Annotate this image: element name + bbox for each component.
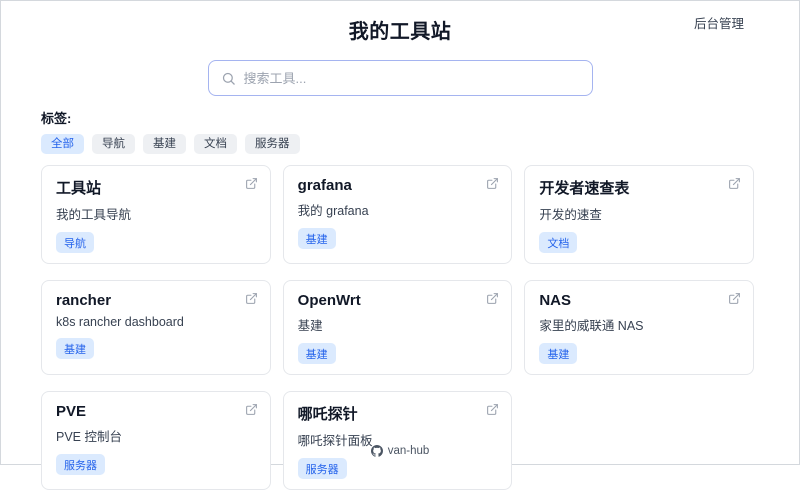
- tool-card-nezha[interactable]: 哪吒探针 哪吒探针面板 服务器: [282, 391, 513, 490]
- card-description: 我的工具导航: [56, 208, 132, 223]
- search-box[interactable]: [207, 60, 593, 96]
- card-tag-badge: 导航: [56, 232, 94, 254]
- card-title: 开发者速查表: [539, 180, 630, 198]
- card-description: 开发的速查: [539, 208, 602, 223]
- card-title: grafana: [297, 177, 352, 195]
- external-link-icon[interactable]: [486, 403, 499, 416]
- search-input[interactable]: [243, 70, 580, 86]
- card-title: PVE: [56, 403, 87, 421]
- tag-filter-bar: 全部 导航 基建 文档 服务器: [41, 134, 754, 155]
- tool-card-cheatsheet[interactable]: 开发者速查表 开发的速查 文档: [524, 165, 754, 265]
- card-tag-badge: 基建: [297, 343, 336, 365]
- tool-card-gongjuzhan[interactable]: 工具站 我的工具导航 导航: [41, 165, 271, 265]
- card-tag-badge: 服务器: [297, 458, 347, 480]
- card-title: 工具站: [56, 180, 102, 198]
- card-title: 哪吒探针: [297, 406, 358, 424]
- card-title: NAS: [539, 292, 571, 310]
- card-description: 我的 grafana: [297, 204, 369, 219]
- header: 后台管理 我的工具站: [1, 1, 799, 44]
- tags-label: 标签:: [41, 111, 72, 126]
- tag-filter-nav[interactable]: 导航: [92, 134, 135, 155]
- tag-filter-server[interactable]: 服务器: [245, 134, 300, 155]
- external-link-icon[interactable]: [245, 292, 258, 305]
- github-icon: [370, 445, 383, 457]
- footer-brand-link[interactable]: van-hub: [1, 445, 799, 457]
- page-title: 我的工具站: [348, 21, 452, 43]
- card-tag-badge: 基建: [539, 343, 578, 365]
- external-link-icon[interactable]: [245, 177, 258, 190]
- card-title: rancher: [56, 292, 112, 310]
- card-description: 家里的威联通 NAS: [539, 319, 644, 334]
- external-link-icon[interactable]: [728, 292, 741, 305]
- tool-card-rancher[interactable]: rancher k8s rancher dashboard 基建: [41, 280, 271, 376]
- card-title: OpenWrt: [297, 292, 361, 310]
- search-icon: [221, 71, 236, 86]
- tag-filter-docs[interactable]: 文档: [194, 134, 237, 155]
- external-link-icon[interactable]: [245, 403, 258, 416]
- footer-brand-label: van-hub: [387, 445, 430, 457]
- tool-card-pve[interactable]: PVE PVE 控制台 服务器: [41, 391, 271, 490]
- card-description: PVE 控制台: [56, 430, 122, 445]
- external-link-icon[interactable]: [486, 292, 499, 305]
- tag-filter-all[interactable]: 全部: [41, 134, 84, 155]
- card-tag-badge: 文档: [539, 232, 578, 254]
- card-tag-badge: 基建: [297, 228, 336, 250]
- tag-filter-infra[interactable]: 基建: [143, 134, 186, 155]
- external-link-icon[interactable]: [486, 177, 499, 190]
- tool-card-grid: 工具站 我的工具导航 导航 grafana 我的 grafana 基建 开发者速…: [41, 165, 754, 490]
- card-description: k8s rancher dashboard: [56, 315, 184, 330]
- card-description: 基建: [297, 319, 323, 334]
- tags-section: 标签: 全部 导航 基建 文档 服务器: [41, 108, 754, 155]
- admin-link[interactable]: 后台管理: [694, 13, 744, 32]
- tool-card-openwrt[interactable]: OpenWrt 基建 基建: [282, 280, 513, 376]
- tool-card-nas[interactable]: NAS 家里的威联通 NAS 基建: [524, 280, 754, 376]
- external-link-icon[interactable]: [728, 177, 741, 190]
- card-tag-badge: 基建: [56, 338, 94, 360]
- tool-card-grafana[interactable]: grafana 我的 grafana 基建: [282, 165, 513, 265]
